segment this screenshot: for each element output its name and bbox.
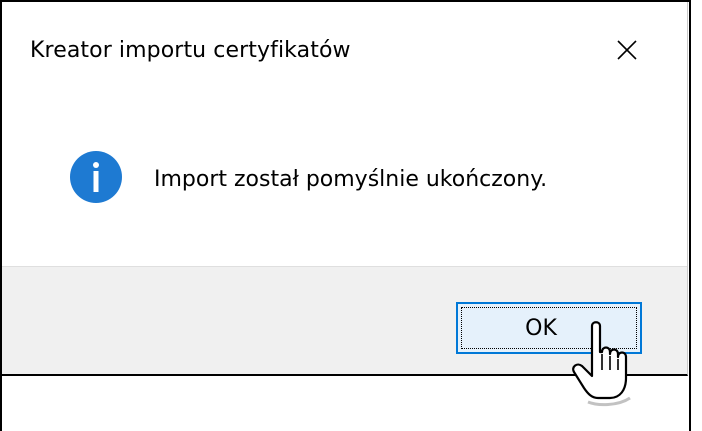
- info-icon: [70, 151, 122, 203]
- certificate-import-dialog: Kreator importu certyfikatów Import zost…: [2, 2, 688, 376]
- title-bar: Kreator importu certyfikatów: [2, 2, 687, 94]
- close-button[interactable]: [602, 28, 652, 72]
- close-icon: [617, 40, 637, 60]
- ok-button-label: OK: [525, 315, 557, 341]
- frame-right-line: [689, 0, 691, 431]
- dialog-message: Import został pomyślnie ukończony.: [154, 167, 548, 192]
- dialog-footer: OK: [2, 266, 687, 374]
- ok-button[interactable]: OK: [456, 302, 642, 354]
- dialog-title: Kreator importu certyfikatów: [30, 38, 351, 63]
- dialog-content: Import został pomyślnie ukończony.: [2, 94, 687, 266]
